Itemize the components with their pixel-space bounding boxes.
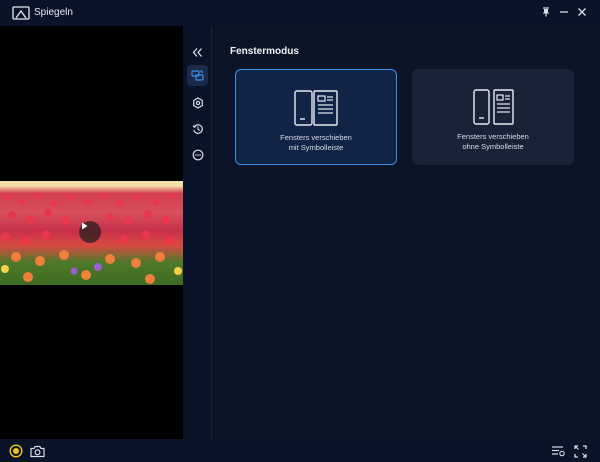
video-thumbnail[interactable] — [0, 181, 183, 285]
collapse-button[interactable] — [187, 42, 208, 63]
sidebar — [183, 26, 212, 439]
settings-icon — [192, 96, 203, 109]
mode-card-with-toolbar[interactable]: Fensters verschieben mit Symbolleiste — [235, 69, 397, 165]
camera-icon — [29, 445, 45, 457]
pin-button[interactable] — [539, 5, 553, 19]
main-panel: Fenstermodus Fensters verschieben mit Sy… — [213, 26, 600, 439]
close-icon — [578, 8, 586, 16]
app-title: Spiegeln — [34, 7, 73, 18]
more-icon — [192, 149, 203, 160]
fullscreen-icon — [573, 444, 587, 458]
close-button[interactable] — [575, 5, 589, 19]
section-title: Fenstermodus — [230, 46, 299, 57]
history-icon — [192, 123, 203, 134]
window-without-toolbar-icon — [473, 89, 514, 125]
pin-icon — [542, 7, 550, 17]
card-label: Fensters verschieben mit Symbolleiste — [280, 133, 352, 152]
sidebar-item-history[interactable] — [187, 118, 208, 139]
mode-card-without-toolbar[interactable]: Fensters verschieben ohne Symbolleiste — [412, 69, 574, 165]
bottom-bar — [0, 439, 600, 462]
play-button[interactable] — [79, 221, 101, 243]
minimize-button[interactable] — [557, 5, 571, 19]
record-icon — [9, 444, 23, 458]
mirror-screen-icon — [12, 6, 30, 20]
window-with-toolbar-icon — [294, 90, 338, 126]
record-button[interactable] — [8, 444, 24, 458]
cast-mode-icon — [191, 70, 204, 81]
title-bar: Spiegeln — [0, 0, 600, 26]
collapse-icon — [192, 48, 202, 57]
minimize-icon — [560, 11, 568, 13]
fullscreen-button[interactable] — [572, 444, 588, 458]
sidebar-item-settings[interactable] — [187, 92, 208, 113]
screenshot-button[interactable] — [29, 444, 45, 458]
play-icon — [82, 222, 88, 230]
card-label: Fensters verschieben ohne Symbolleiste — [457, 132, 529, 151]
sidebar-item-more[interactable] — [187, 144, 208, 165]
mirror-preview — [0, 26, 183, 439]
list-settings-icon — [552, 446, 565, 457]
list-settings-button[interactable] — [550, 444, 566, 458]
sidebar-item-cast-mode[interactable] — [187, 65, 208, 86]
